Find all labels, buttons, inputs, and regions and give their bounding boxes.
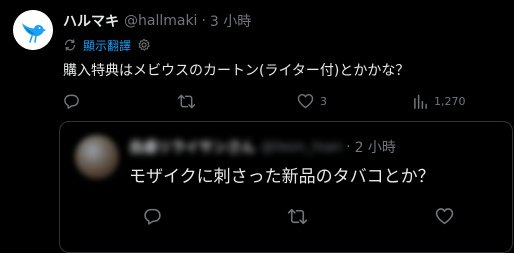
like-button[interactable]: 3 <box>297 91 327 111</box>
reply-button[interactable] <box>143 205 162 227</box>
reply-icon <box>144 208 161 225</box>
reply-timestamp[interactable]: 2 小時 <box>355 137 396 157</box>
retweet-button[interactable] <box>177 91 202 111</box>
like-count: 3 <box>320 94 327 108</box>
reply-header: 自虐リライサンさん @lleon_lisan · 2 小時 <box>129 136 396 158</box>
retweet-button[interactable] <box>287 205 308 227</box>
bird-avatar-icon <box>13 10 53 50</box>
display-name[interactable]: ハルマキ <box>63 11 119 31</box>
translate-row: 顯示翻譯 <box>63 36 151 54</box>
reply-tweet-card[interactable]: 自虐リライサンさん @lleon_lisan · 2 小時 モザイクに刺さった新… <box>59 121 513 253</box>
heart-icon <box>435 208 454 225</box>
main-tweet[interactable]: ハルマキ @hallmaki · 3 小時 顯示翻譯 購入特典はメビウスのカート… <box>0 0 514 118</box>
views-count: 1,270 <box>434 94 466 108</box>
heart-icon <box>297 93 314 109</box>
views-bar-icon <box>414 94 427 109</box>
retweet-icon <box>287 208 308 224</box>
separator-dot: · <box>201 13 206 29</box>
user-handle[interactable]: @hallmaki <box>124 13 197 29</box>
timestamp[interactable]: 3 小時 <box>210 11 251 31</box>
tweet-actions: 3 1,270 <box>63 91 503 111</box>
reply-actions <box>129 205 509 227</box>
reply-avatar[interactable] <box>75 135 119 179</box>
tweet-header: ハルマキ @hallmaki · 3 小時 <box>63 11 251 31</box>
reply-button[interactable] <box>63 91 86 111</box>
reply-tweet-text: モザイクに刺さった新品のタバコとか？ <box>129 167 435 187</box>
views-button[interactable]: 1,270 <box>413 91 466 111</box>
retweet-icon <box>177 94 196 108</box>
reply-user-handle[interactable]: @lleon_lisan <box>261 140 342 155</box>
like-button[interactable] <box>435 205 454 227</box>
gear-icon[interactable] <box>137 38 151 52</box>
tweet-text: 購入特典はメビウスのカートン(ライター付)とかかな？ <box>63 63 410 79</box>
avatar[interactable] <box>13 10 53 50</box>
reply-icon <box>64 94 79 109</box>
translate-icon <box>65 39 75 51</box>
show-translation-link[interactable]: 顯示翻譯 <box>83 37 131 54</box>
reply-display-name[interactable]: 自虐リライサンさん <box>129 137 255 157</box>
separator-dot: · <box>346 139 351 155</box>
